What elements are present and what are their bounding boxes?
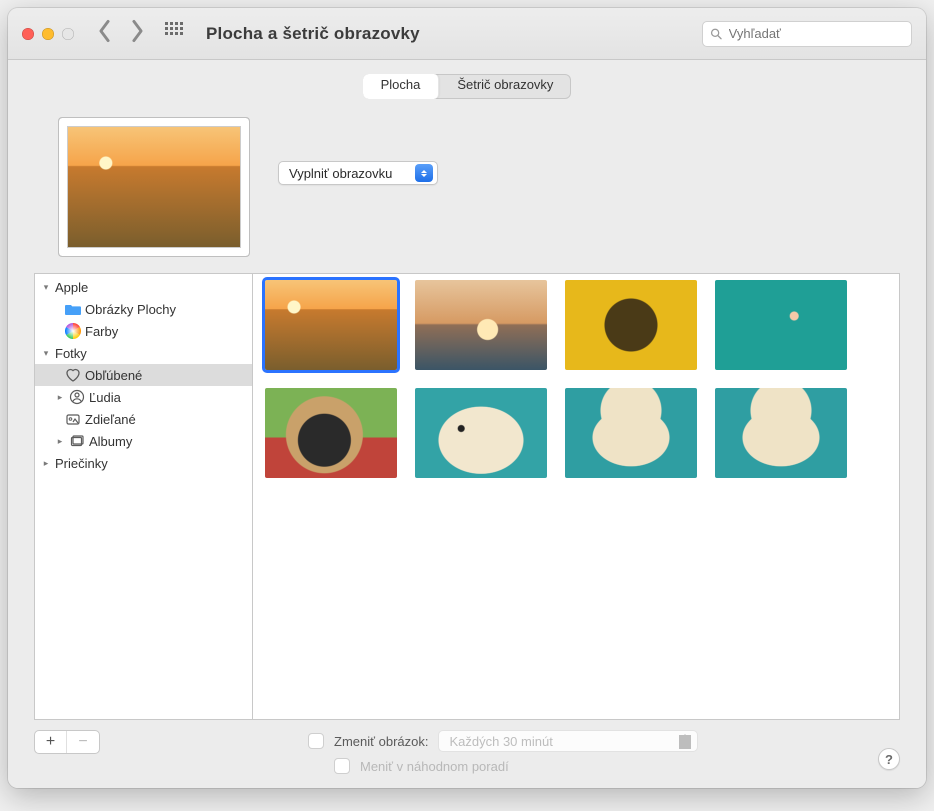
fill-mode-value: Vyplniť obrazovku bbox=[289, 166, 392, 181]
albums-icon bbox=[69, 433, 85, 449]
window-controls bbox=[22, 28, 74, 40]
tree-group-label: Apple bbox=[55, 280, 88, 295]
change-interval-value: Každých 30 minút bbox=[449, 734, 552, 749]
tree-group-photos[interactable]: ▾ Fotky bbox=[35, 342, 252, 364]
tab-screensaver[interactable]: Šetrič obrazovky bbox=[439, 74, 571, 99]
random-order-checkbox bbox=[334, 758, 350, 774]
tree-item-label: Farby bbox=[85, 324, 118, 339]
random-order-label: Meniť v náhodnom poradí bbox=[360, 759, 509, 774]
change-interval-popup: Každých 30 minút bbox=[438, 730, 698, 752]
wallpaper-thumbnail[interactable] bbox=[715, 388, 847, 478]
tree-item-label: Zdieľané bbox=[85, 412, 136, 427]
color-wheel-icon bbox=[65, 323, 81, 339]
tree-item-favorites[interactable]: Obľúbené bbox=[35, 364, 252, 386]
disclosure-triangle-icon[interactable]: ▾ bbox=[41, 282, 51, 293]
wallpaper-grid[interactable] bbox=[252, 273, 900, 720]
titlebar: Plocha a šetrič obrazovky bbox=[8, 8, 926, 60]
add-remove-group: + − bbox=[34, 730, 100, 754]
forward-button[interactable] bbox=[129, 19, 146, 48]
tree-group-folders[interactable]: ▸ Priečinky bbox=[35, 452, 252, 474]
folder-icon bbox=[65, 301, 81, 317]
show-all-prefs-button[interactable] bbox=[164, 21, 184, 46]
tree-group-apple[interactable]: ▾ Apple bbox=[35, 276, 252, 298]
tree-item-label: Albumy bbox=[89, 434, 132, 449]
disclosure-triangle-icon[interactable]: ▸ bbox=[55, 392, 65, 403]
person-circle-icon bbox=[69, 389, 85, 405]
tree-item-albums[interactable]: ▸ Albumy bbox=[35, 430, 252, 452]
disclosure-triangle-icon[interactable]: ▸ bbox=[41, 458, 51, 469]
zoom-window-button[interactable] bbox=[62, 28, 74, 40]
tree-group-label: Fotky bbox=[55, 346, 87, 361]
wallpaper-thumbnail[interactable] bbox=[565, 388, 697, 478]
wallpaper-thumbnail[interactable] bbox=[415, 280, 547, 370]
add-source-button[interactable]: + bbox=[35, 731, 67, 753]
tree-group-label: Priečinky bbox=[55, 456, 108, 471]
search-field[interactable] bbox=[702, 21, 912, 47]
tree-item-label: Obľúbené bbox=[85, 368, 142, 383]
wallpaper-thumbnail[interactable] bbox=[565, 280, 697, 370]
change-picture-label: Zmeniť obrázok: bbox=[334, 734, 428, 749]
tree-item-shared[interactable]: Zdieľané bbox=[35, 408, 252, 430]
help-button[interactable]: ? bbox=[878, 748, 900, 770]
remove-source-button[interactable]: − bbox=[67, 731, 99, 753]
fill-mode-popup[interactable]: Vyplniť obrazovku bbox=[278, 161, 438, 185]
tab-desktop[interactable]: Plocha bbox=[363, 74, 440, 99]
source-tree[interactable]: ▾ Apple Obrázky Plochy bbox=[34, 273, 252, 720]
back-button[interactable] bbox=[96, 19, 113, 48]
footer: + − Zmeniť obrázok: Každých 30 minút Men… bbox=[34, 730, 900, 774]
wallpaper-thumbnail[interactable] bbox=[265, 388, 397, 478]
tree-item-people[interactable]: ▸ Ľudia bbox=[35, 386, 252, 408]
nav-arrows bbox=[96, 19, 146, 48]
window-title: Plocha a šetrič obrazovky bbox=[206, 24, 420, 44]
search-icon bbox=[710, 27, 723, 41]
close-window-button[interactable] bbox=[22, 28, 34, 40]
disclosure-triangle-icon[interactable]: ▸ bbox=[55, 436, 65, 447]
current-wallpaper-preview bbox=[58, 117, 250, 257]
shared-icon bbox=[65, 411, 81, 427]
tree-item-colors[interactable]: Farby bbox=[35, 320, 252, 342]
change-picture-checkbox[interactable] bbox=[308, 733, 324, 749]
wallpaper-thumbnail[interactable] bbox=[265, 280, 397, 370]
heart-icon bbox=[65, 367, 81, 383]
tab-segmented-control: Plocha Šetrič obrazovky bbox=[363, 74, 572, 99]
disclosure-triangle-icon[interactable]: ▾ bbox=[41, 348, 51, 359]
change-options: Zmeniť obrázok: Každých 30 minút Meniť v… bbox=[308, 730, 698, 774]
minimize-window-button[interactable] bbox=[42, 28, 54, 40]
wallpaper-thumbnail[interactable] bbox=[415, 388, 547, 478]
pane-body: Plocha Šetrič obrazovky Vyplniť obrazovk… bbox=[8, 60, 926, 788]
tree-item-desktop-pictures[interactable]: Obrázky Plochy bbox=[35, 298, 252, 320]
search-input[interactable] bbox=[729, 26, 904, 41]
preferences-window: Plocha a šetrič obrazovky Plocha Šetrič … bbox=[8, 8, 926, 788]
wallpaper-thumbnail[interactable] bbox=[715, 280, 847, 370]
popup-stepper-icon bbox=[680, 734, 690, 742]
tree-item-label: Ľudia bbox=[89, 390, 121, 405]
tree-item-label: Obrázky Plochy bbox=[85, 302, 176, 317]
popup-stepper-icon bbox=[415, 164, 433, 182]
